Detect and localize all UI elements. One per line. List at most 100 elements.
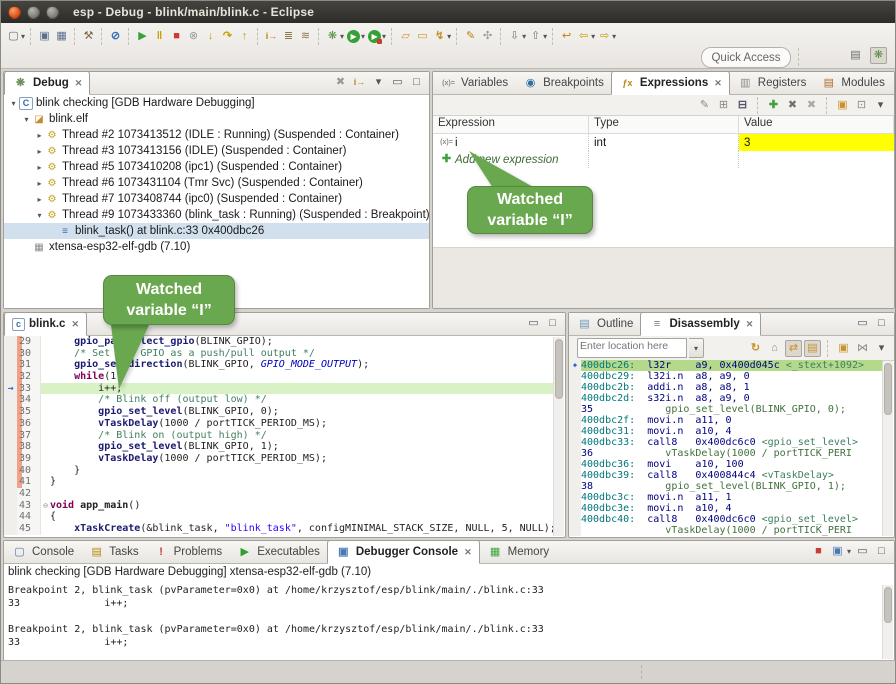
tab-tasks[interactable]: ▤Tasks	[81, 541, 145, 563]
tree-expander-icon[interactable]: ▾	[34, 211, 45, 220]
previous-annotation-icon[interactable]: ⇧	[527, 28, 544, 45]
disassembly-listing[interactable]: ◆400dbc26: l32r a9, 0x400d045c <_stext+1…	[569, 360, 883, 536]
column-expression[interactable]: Expression	[433, 116, 589, 133]
debug-tree-item[interactable]: ▸⚙Thread #3 1073413156 (IDLE) (Suspended…	[4, 143, 429, 159]
tab-executables[interactable]: ▶Executables	[229, 541, 327, 563]
tree-expander-icon[interactable]: ▾	[8, 99, 19, 108]
display-console-icon[interactable]: ▣	[829, 543, 846, 560]
step-return-icon[interactable]: ↑	[236, 28, 253, 45]
breakpoint-gutter[interactable]	[4, 476, 17, 488]
save-all-icon[interactable]: ▦	[53, 28, 70, 45]
debug-tree-item[interactable]: ▸⚙Thread #2 1073413512 (IDLE : Running) …	[4, 127, 429, 143]
breakpoint-gutter[interactable]	[4, 511, 17, 523]
flash-download-icon[interactable]: ↯	[431, 28, 448, 45]
breakpoint-gutter[interactable]	[4, 453, 17, 465]
show-source-icon[interactable]: ▤	[804, 340, 821, 357]
window-minimize-button[interactable]	[27, 6, 40, 19]
remove-all-expressions-icon[interactable]: ✖	[803, 97, 820, 114]
step-into-icon[interactable]: ↓	[202, 28, 219, 45]
quick-access-button[interactable]: Quick Access	[701, 47, 791, 68]
tab-debugger-console[interactable]: ▣Debugger Console✕	[327, 540, 480, 564]
editor-scrollbar[interactable]	[553, 337, 564, 536]
terminate-icon[interactable]: ■	[168, 28, 185, 45]
debug-tree-item[interactable]: ≡blink_task() at blink.c:33 0x400dbc26	[4, 223, 429, 239]
tab-expressions[interactable]: ƒxExpressions✕	[611, 71, 730, 95]
sync-icon[interactable]: ↻	[747, 340, 764, 357]
save-icon[interactable]: ▣	[36, 28, 53, 45]
tab-registers[interactable]: ▥Registers	[730, 72, 814, 94]
breakpoint-gutter[interactable]	[4, 418, 17, 430]
link-editor-icon[interactable]: ⋈	[854, 340, 871, 357]
tab-console[interactable]: ▢Console	[4, 541, 81, 563]
location-dropdown-button[interactable]: ▾	[689, 338, 704, 358]
debug-tree-item[interactable]: ▾◪blink.elf	[4, 111, 429, 127]
new-wizard-icon[interactable]: ▢	[5, 28, 22, 45]
minimize-icon[interactable]: ▭	[854, 543, 871, 560]
suspend-icon[interactable]: ‖	[151, 28, 168, 45]
disassembly-scrollbar[interactable]	[882, 361, 893, 536]
dropdown-arrow-icon[interactable]: ▾	[340, 32, 344, 41]
debug-tree-item[interactable]: ▸⚙Thread #5 1073410208 (ipc1) (Suspended…	[4, 159, 429, 175]
tab-outline[interactable]: ▤Outline	[569, 313, 640, 335]
breakpoint-gutter[interactable]	[4, 500, 17, 512]
location-input[interactable]: Enter location here	[577, 338, 687, 358]
dropdown-arrow-icon[interactable]: ▾	[21, 32, 25, 41]
add-expression-icon[interactable]: ✚	[438, 151, 455, 168]
view-menu-icon[interactable]: ▾	[873, 340, 890, 357]
breakpoint-gutter[interactable]	[4, 465, 17, 477]
breakpoint-gutter[interactable]	[4, 523, 17, 535]
disconnect-icon[interactable]: ⊗	[185, 28, 202, 45]
dropdown-arrow-icon[interactable]: ▾	[543, 32, 547, 41]
column-type[interactable]: Type	[589, 116, 739, 133]
dropdown-arrow-icon[interactable]: ▾	[382, 32, 386, 41]
breakpoint-gutter[interactable]	[4, 406, 17, 418]
last-edit-location-icon[interactable]: ↩	[558, 28, 575, 45]
tab-breakpoints[interactable]: ◉Breakpoints	[515, 72, 611, 94]
column-value[interactable]: Value	[739, 116, 894, 133]
dropdown-arrow-icon[interactable]: ▾	[612, 32, 616, 41]
debug-tree-item[interactable]: ▦xtensa-esp32-elf-gdb (7.10)	[4, 239, 429, 255]
dropdown-arrow-icon[interactable]: ▾	[361, 32, 365, 41]
fold-marker-icon[interactable]: ⊖	[41, 500, 50, 512]
breakpoint-gutter[interactable]	[4, 430, 17, 442]
terminate-icon[interactable]: ■	[810, 543, 827, 560]
minimize-icon[interactable]: ▭	[525, 315, 542, 332]
debug-tree-item[interactable]: ▸⚙Thread #7 1073408744 (ipc0) (Suspended…	[4, 191, 429, 207]
code-editor[interactable]: 29 gpio_pad_select_gpio(BLINK_GPIO);30 /…	[4, 336, 554, 536]
console-scrollbar[interactable]	[882, 585, 893, 659]
maximize-icon[interactable]: □	[544, 315, 561, 332]
tab-variables[interactable]: (x)=Variables	[433, 72, 515, 94]
mark-occurrences-icon[interactable]: ✎	[462, 28, 479, 45]
window-maximize-button[interactable]	[46, 6, 59, 19]
open-perspective-icon[interactable]: ▤	[847, 47, 864, 64]
build-icon[interactable]: ⚒	[80, 28, 97, 45]
back-icon[interactable]: ⇦	[575, 28, 592, 45]
forward-icon[interactable]: ⇨	[596, 28, 613, 45]
new-view-icon[interactable]: ▣	[834, 97, 851, 114]
resume-icon[interactable]: ▶	[134, 28, 151, 45]
maximize-icon[interactable]: □	[873, 315, 890, 332]
run-icon[interactable]: ▶	[347, 30, 360, 43]
open-resource-icon[interactable]: ▭	[414, 28, 431, 45]
tab-modules[interactable]: ▤Modules	[813, 72, 891, 94]
tab-blink-c[interactable]: cblink.c✕	[4, 312, 87, 336]
step-over-icon[interactable]: ↷	[219, 28, 236, 45]
track-icon[interactable]: ⇄	[785, 340, 802, 357]
show-type-names-icon[interactable]: ✎	[696, 97, 713, 114]
view-menu-icon[interactable]: ▾	[370, 74, 387, 91]
tab-problems[interactable]: !Problems	[146, 541, 230, 563]
next-annotation-icon[interactable]: ⇩	[506, 28, 523, 45]
debug-icon[interactable]: ❋	[324, 28, 341, 45]
breakpoint-gutter[interactable]	[4, 336, 17, 348]
view-menu-icon[interactable]: ▾	[872, 97, 889, 114]
close-icon[interactable]: ✕	[71, 319, 79, 330]
close-icon[interactable]: ✕	[746, 319, 754, 330]
minimize-icon[interactable]: ▭	[854, 315, 871, 332]
console-output[interactable]: Breakpoint 2, blink_task (pvParameter=0x…	[4, 584, 883, 659]
maximize-icon[interactable]: □	[408, 74, 425, 91]
tree-expander-icon[interactable]: ▸	[34, 163, 45, 172]
minimize-icon[interactable]: ▭	[892, 74, 896, 91]
export-icon[interactable]: ⊡	[853, 97, 870, 114]
tree-expander-icon[interactable]: ▾	[21, 115, 32, 124]
open-element-icon[interactable]: ▱	[397, 28, 414, 45]
